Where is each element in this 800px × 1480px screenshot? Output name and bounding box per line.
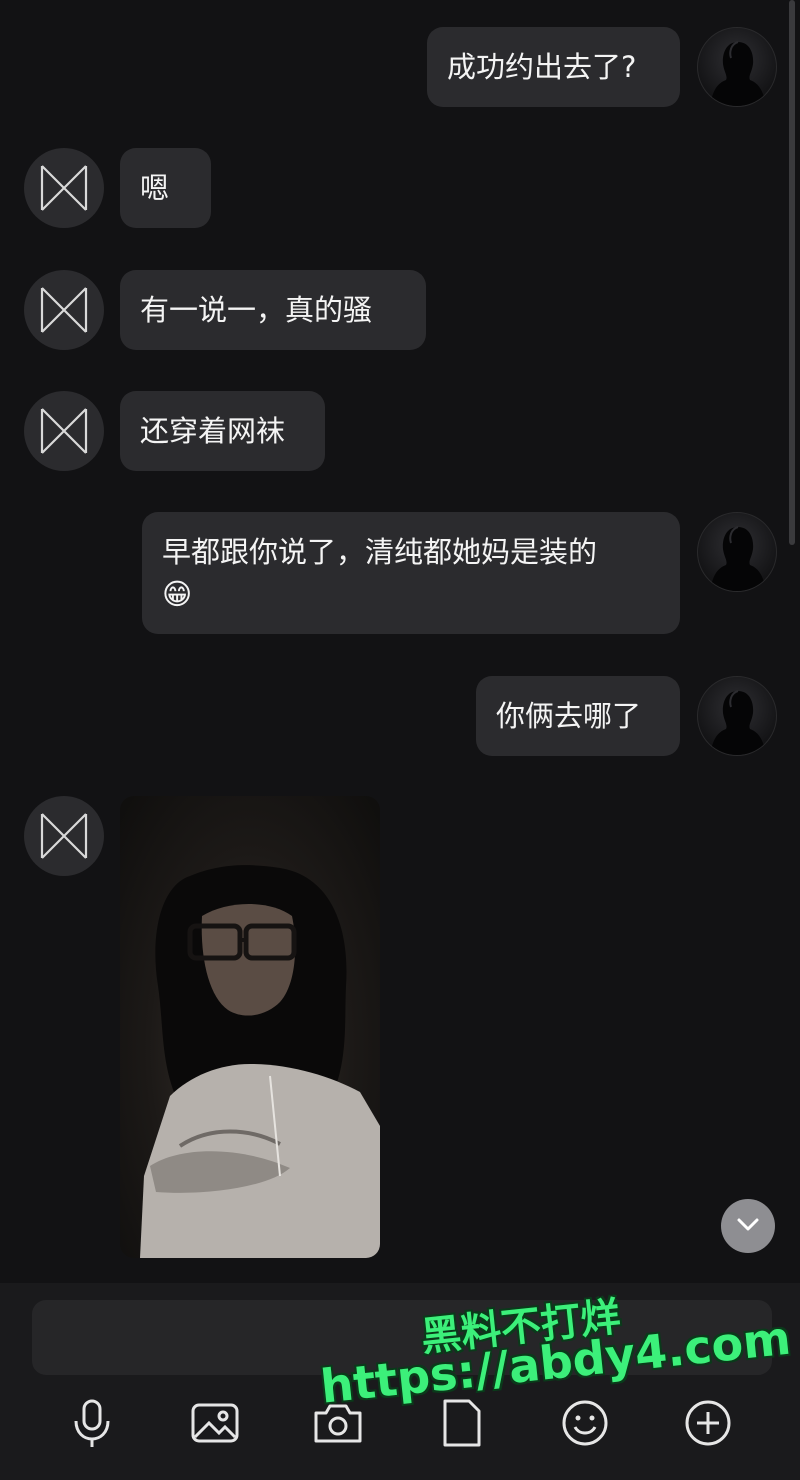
my-avatar[interactable] [697, 27, 777, 107]
contact-logo-icon [40, 813, 88, 859]
hooded-figure-icon [710, 690, 766, 755]
more-button[interactable] [678, 1393, 738, 1453]
contact-avatar[interactable] [24, 796, 104, 876]
image-icon [191, 1403, 239, 1443]
contact-logo-icon [40, 287, 88, 333]
hooded-figure-icon [710, 526, 766, 591]
chat-screen: 成功约出去了? 嗯 有一说一，真的骚 还穿着网袜 早都跟你说了，清纯都她妈是装的… [0, 0, 800, 1480]
photo-content [140, 865, 380, 1258]
contact-avatar[interactable] [24, 391, 104, 471]
camera-button[interactable] [308, 1393, 368, 1453]
emoji-icon [562, 1400, 608, 1446]
message-bubble-sent[interactable]: 你俩去哪了 [476, 676, 680, 756]
file-icon [443, 1399, 481, 1447]
hooded-figure-icon [710, 41, 766, 106]
message-bubble-sent[interactable]: 成功约出去了? [427, 27, 680, 107]
message-bubble-received[interactable]: 嗯 [120, 148, 211, 228]
message-bubble-received[interactable]: 有一说一，真的骚 [120, 270, 426, 350]
file-button[interactable] [431, 1393, 491, 1453]
chevron-down-icon [737, 1218, 759, 1231]
emoji-button[interactable] [555, 1393, 615, 1453]
scroll-to-bottom-button[interactable] [721, 1199, 775, 1253]
message-bubble-sent[interactable]: 早都跟你说了，清纯都她妈是装的 😁 [142, 512, 680, 634]
contact-logo-icon [40, 408, 88, 454]
photo-button[interactable] [185, 1393, 245, 1453]
message-input[interactable] [32, 1300, 772, 1375]
message-photo[interactable] [120, 796, 380, 1258]
voice-button[interactable] [62, 1393, 122, 1453]
contact-avatar[interactable] [24, 148, 104, 228]
contact-logo-icon [40, 165, 88, 211]
plus-circle-icon [685, 1400, 731, 1446]
message-bubble-received[interactable]: 还穿着网袜 [120, 391, 325, 471]
scrollbar[interactable] [789, 0, 795, 545]
camera-icon [314, 1404, 362, 1443]
my-avatar[interactable] [697, 512, 777, 592]
microphone-icon [74, 1399, 110, 1447]
my-avatar[interactable] [697, 676, 777, 756]
contact-avatar[interactable] [24, 270, 104, 350]
composer-bar [0, 1283, 800, 1480]
